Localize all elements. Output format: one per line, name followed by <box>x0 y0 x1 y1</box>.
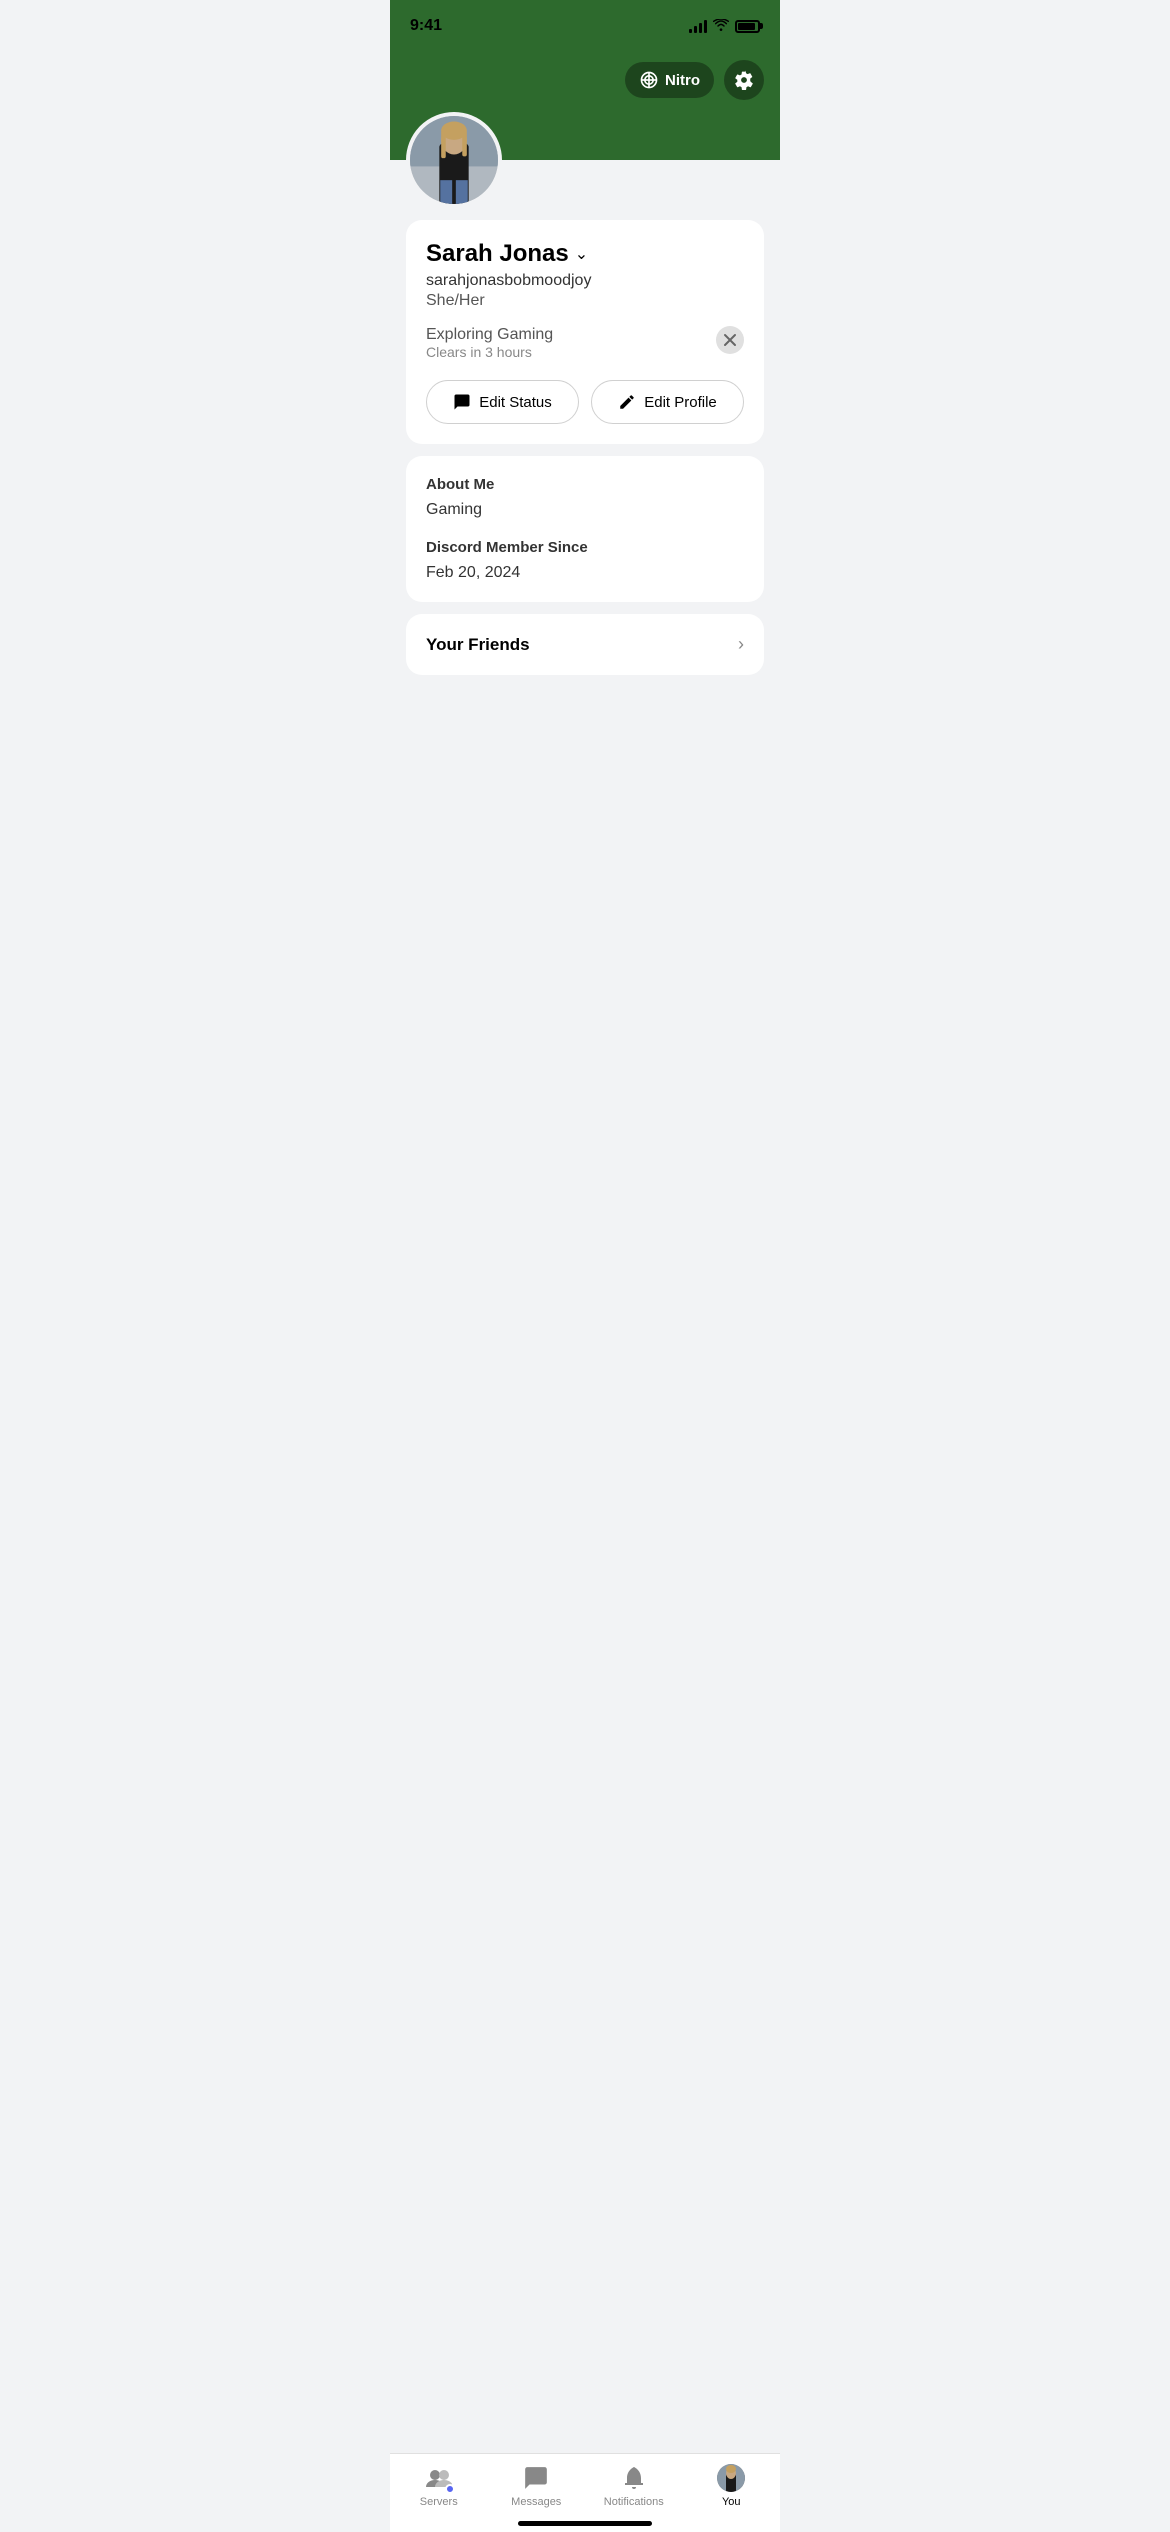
edit-profile-label: Edit Profile <box>644 394 717 411</box>
you-avatar-image <box>717 2464 745 2492</box>
nav-messages[interactable]: Messages <box>506 2464 566 2508</box>
edit-profile-button[interactable]: Edit Profile <box>591 380 744 424</box>
notification-dot <box>445 2484 455 2494</box>
avatar-container <box>406 112 780 208</box>
messages-icon-wrap <box>522 2464 550 2492</box>
status-bar: 9:41 <box>390 0 780 48</box>
member-since-date: Feb 20, 2024 <box>426 564 744 582</box>
notifications-icon <box>622 2465 646 2491</box>
clear-status-button[interactable] <box>716 326 744 354</box>
notifications-nav-label: Notifications <box>604 2496 664 2508</box>
messages-nav-label: Messages <box>511 2496 561 2508</box>
pencil-icon <box>618 393 636 411</box>
about-me-title: About Me <box>426 476 744 493</box>
action-buttons: Edit Status Edit Profile <box>426 380 744 424</box>
nitro-label: Nitro <box>665 72 700 89</box>
notifications-icon-wrap <box>620 2464 648 2492</box>
nav-notifications[interactable]: Notifications <box>604 2464 664 2508</box>
profile-pronouns: She/Her <box>426 292 744 310</box>
avatar-image <box>410 116 498 204</box>
profile-card: Sarah Jonas ⌄ sarahjonasbobmoodjoy She/H… <box>406 220 764 444</box>
nav-you[interactable]: You <box>701 2464 761 2508</box>
friends-label: Your Friends <box>426 635 530 655</box>
settings-button[interactable] <box>724 60 764 100</box>
gear-icon <box>734 70 754 90</box>
status-icons <box>689 19 760 34</box>
chevron-down-icon[interactable]: ⌄ <box>575 244 588 264</box>
profile-display-name: Sarah Jonas <box>426 240 569 268</box>
friends-card[interactable]: Your Friends › <box>406 614 764 675</box>
nav-you-avatar <box>717 2464 745 2492</box>
edit-status-button[interactable]: Edit Status <box>426 380 579 424</box>
servers-nav-label: Servers <box>420 2496 458 2508</box>
profile-username: sarahjonasbobmoodjoy <box>426 272 744 290</box>
status-row: Exploring Gaming Clears in 3 hours <box>426 326 744 360</box>
servers-icon-wrap <box>425 2464 453 2492</box>
you-nav-label: You <box>722 2496 741 2508</box>
signal-icon <box>689 19 707 33</box>
chevron-right-icon: › <box>738 634 744 655</box>
about-me-text: Gaming <box>426 501 744 519</box>
battery-icon <box>735 20 760 33</box>
about-card: About Me Gaming Discord Member Since Feb… <box>406 456 764 602</box>
status-time: 9:41 <box>410 17 442 35</box>
chat-icon <box>453 393 471 411</box>
status-clears: Clears in 3 hours <box>426 344 553 360</box>
close-icon <box>723 333 737 347</box>
profile-name-row: Sarah Jonas ⌄ <box>426 240 744 268</box>
status-text: Exploring Gaming <box>426 326 553 344</box>
member-since-title: Discord Member Since <box>426 539 744 556</box>
edit-status-label: Edit Status <box>479 394 552 411</box>
nitro-icon <box>639 70 659 90</box>
wifi-icon <box>713 19 729 34</box>
avatar <box>406 112 502 208</box>
nitro-button[interactable]: Nitro <box>625 62 714 98</box>
messages-icon <box>523 2465 549 2491</box>
status-info: Exploring Gaming Clears in 3 hours <box>426 326 553 360</box>
nav-servers[interactable]: Servers <box>409 2464 469 2508</box>
you-icon-wrap <box>717 2464 745 2492</box>
main-content: Sarah Jonas ⌄ sarahjonasbobmoodjoy She/H… <box>390 208 780 787</box>
home-indicator <box>518 2521 652 2526</box>
